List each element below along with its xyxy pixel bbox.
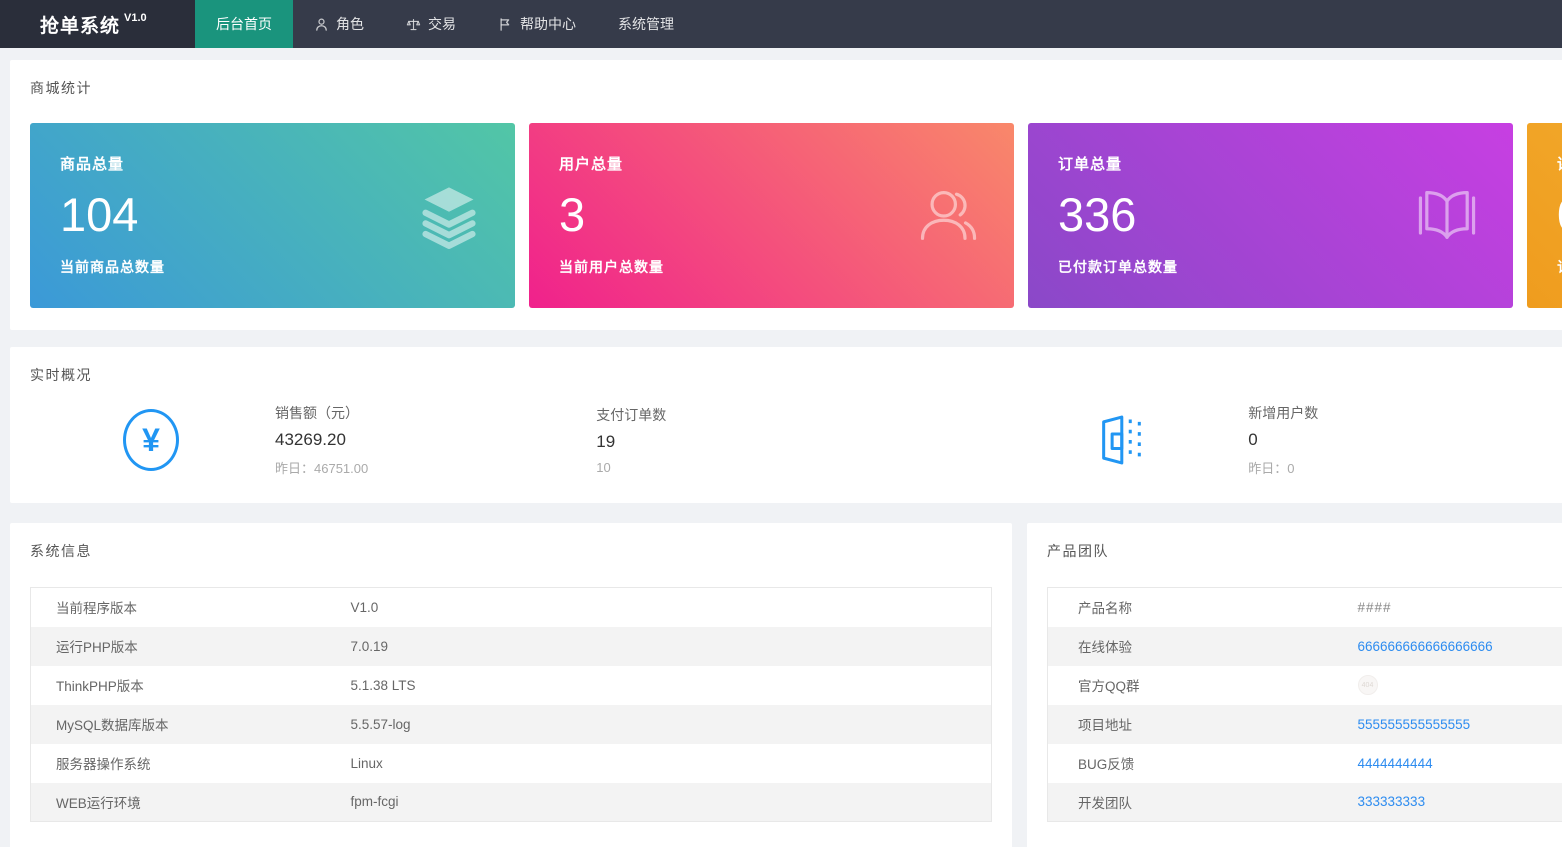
stat-card-title: 商品总量 — [60, 153, 485, 174]
table-row: 项目地址 555555555555555 — [1048, 705, 1562, 744]
table-row: BUG反馈 4444444444 — [1048, 744, 1562, 783]
nav-item-label: 帮助中心 — [520, 14, 576, 34]
layers-icon — [415, 182, 483, 250]
bottom-panels-row: 系统信息 当前程序版本 V1.0 运行PHP版本 7.0.19 ThinkPHP… — [10, 523, 1562, 847]
nav-item-trade[interactable]: 交易 — [385, 0, 477, 48]
section-title-realtime: 实时概况 — [30, 365, 1562, 385]
scales-icon — [406, 17, 421, 32]
bug-feedback-link[interactable]: 4444444444 — [1358, 756, 1433, 771]
row-value: 7.0.19 — [341, 627, 992, 666]
stat-card-value: 0 — [1557, 189, 1562, 241]
section-title-shop-stats: 商城统计 — [30, 78, 1562, 98]
system-info-table: 当前程序版本 V1.0 运行PHP版本 7.0.19 ThinkPHP版本 5.… — [30, 587, 992, 822]
table-row: MySQL数据库版本 5.5.57-log — [31, 705, 992, 744]
stat-cards-row: 商品总量 104 当前商品总数量 用户总量 3 当前用户总数量 — [30, 123, 1562, 308]
row-label: ThinkPHP版本 — [31, 666, 341, 705]
system-info-panel: 系统信息 当前程序版本 V1.0 运行PHP版本 7.0.19 ThinkPHP… — [10, 523, 1012, 847]
metrics-row: ¥ 销售额（元） 43269.20 昨日：46751.00 支付订单数 19 1… — [30, 403, 1562, 477]
table-row: 在线体验 666666666666666666 — [1048, 627, 1562, 666]
row-label: 官方QQ群 — [1048, 666, 1348, 705]
app-version: V1.0 — [124, 12, 147, 24]
stat-card-title: 用户总量 — [559, 153, 984, 174]
row-label: BUG反馈 — [1048, 744, 1348, 783]
yen-circle-icon: ¥ — [123, 409, 179, 471]
metric-sub: 昨日：46751.00 — [275, 458, 368, 477]
row-label: MySQL数据库版本 — [31, 705, 341, 744]
online-demo-link[interactable]: 666666666666666666 — [1358, 639, 1493, 654]
row-label: 运行PHP版本 — [31, 627, 341, 666]
door-panel-icon — [1094, 411, 1152, 469]
realtime-overview-panel: 实时概况 ¥ 销售额（元） 43269.20 昨日：46751.00 支付订单数… — [10, 347, 1562, 503]
dev-team-link[interactable]: 333333333 — [1358, 794, 1426, 809]
nav-menu: 后台首页 角色 交易 帮 — [195, 0, 695, 48]
broken-image-placeholder-icon: 404 — [1358, 675, 1378, 695]
metric-sub: 10 — [596, 460, 666, 475]
person-icon — [314, 17, 329, 32]
book-icon — [1413, 182, 1481, 250]
table-row: 当前程序版本 V1.0 — [31, 588, 992, 627]
stat-card-products: 商品总量 104 当前商品总数量 — [30, 123, 515, 308]
table-row: WEB运行环境 fpm-fcgi — [31, 783, 992, 822]
table-row: 官方QQ群 404 — [1048, 666, 1562, 705]
metric-sales: 销售额（元） 43269.20 昨日：46751.00 — [275, 403, 368, 477]
metric-new-users: 新增用户数 0 昨日：0 — [1248, 403, 1318, 477]
nav-item-system-admin[interactable]: 系统管理 — [597, 0, 695, 48]
stat-card-label: 已付款订单总数量 — [1058, 257, 1483, 277]
main-content: 商城统计 商品总量 104 当前商品总数量 用户总量 3 当前用 — [0, 48, 1562, 847]
nav-item-label: 交易 — [428, 14, 456, 34]
metric-value: 0 — [1248, 430, 1318, 450]
stat-card-title: 订单总量 — [1058, 153, 1483, 174]
stat-card-label: 当前用户总数量 — [559, 257, 984, 277]
app-logo: 抢单系统 V1.0 — [0, 0, 195, 48]
section-title-product-team: 产品团队 — [1047, 541, 1562, 561]
row-value: 5.5.57-log — [341, 705, 992, 744]
metric-paid-orders: 支付订单数 19 10 — [596, 405, 666, 475]
project-address-link[interactable]: 555555555555555 — [1358, 717, 1471, 732]
stat-card-label: 订单评价总数量 — [1557, 257, 1562, 277]
metric-value: 43269.20 — [275, 430, 368, 450]
metric-label: 新增用户数 — [1248, 403, 1318, 423]
stat-card-title: 评价总量 — [1557, 153, 1562, 174]
nav-item-roles[interactable]: 角色 — [293, 0, 385, 48]
nav-item-label: 后台首页 — [216, 14, 272, 34]
row-label: 服务器操作系统 — [31, 744, 341, 783]
table-row: 产品名称 #### — [1048, 588, 1562, 627]
nav-item-help-center[interactable]: 帮助中心 — [477, 0, 597, 48]
row-value: 5.1.38 LTS — [341, 666, 992, 705]
row-value: Linux — [341, 744, 992, 783]
row-label: 当前程序版本 — [31, 588, 341, 627]
row-label: WEB运行环境 — [31, 783, 341, 822]
row-value: V1.0 — [341, 588, 992, 627]
metric-sub: 昨日：0 — [1248, 458, 1318, 477]
table-row: 服务器操作系统 Linux — [31, 744, 992, 783]
row-label: 产品名称 — [1048, 588, 1348, 627]
metric-value: 19 — [596, 432, 666, 452]
app-title: 抢单系统 — [40, 11, 120, 38]
stat-card-reviews: 评价总量 0 订单评价总数量 — [1527, 123, 1562, 308]
nav-item-label: 角色 — [336, 14, 364, 34]
table-row: 运行PHP版本 7.0.19 — [31, 627, 992, 666]
row-value: fpm-fcgi — [341, 783, 992, 822]
product-team-panel: 产品团队 产品名称 #### 在线体验 666666666666666666 官… — [1027, 523, 1562, 847]
row-label: 在线体验 — [1048, 627, 1348, 666]
stat-card-orders: 订单总量 336 已付款订单总数量 — [1028, 123, 1513, 308]
metric-label: 支付订单数 — [596, 405, 666, 425]
nav-item-dashboard[interactable]: 后台首页 — [195, 0, 293, 48]
users-icon — [914, 182, 982, 250]
table-row: 开发团队 333333333 — [1048, 783, 1562, 822]
section-title-system-info: 系统信息 — [30, 541, 992, 561]
stat-card-label: 当前商品总数量 — [60, 257, 485, 277]
metric-label: 销售额（元） — [275, 403, 368, 423]
top-navbar: 抢单系统 V1.0 后台首页 角色 交易 — [0, 0, 1562, 48]
row-label: 项目地址 — [1048, 705, 1348, 744]
table-row: ThinkPHP版本 5.1.38 LTS — [31, 666, 992, 705]
stat-card-users: 用户总量 3 当前用户总数量 — [529, 123, 1014, 308]
flag-icon — [498, 17, 513, 32]
product-team-table: 产品名称 #### 在线体验 666666666666666666 官方QQ群 … — [1047, 587, 1562, 822]
shop-stats-panel: 商城统计 商品总量 104 当前商品总数量 用户总量 3 当前用 — [10, 60, 1562, 330]
row-label: 开发团队 — [1048, 783, 1348, 822]
nav-item-label: 系统管理 — [618, 14, 674, 34]
product-name-value: #### — [1358, 600, 1392, 615]
